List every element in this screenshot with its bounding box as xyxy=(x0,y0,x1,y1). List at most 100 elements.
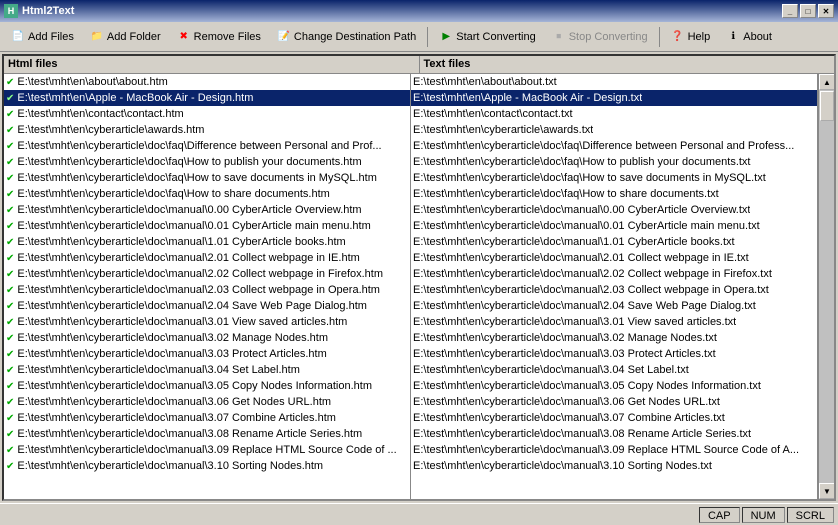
table-row[interactable]: E:\test\mht\en\cyberarticle\doc\manual\2… xyxy=(411,266,817,282)
start-icon: ▶ xyxy=(439,30,453,44)
table-row[interactable]: E:\test\mht\en\cyberarticle\doc\manual\3… xyxy=(411,362,817,378)
scroll-thumb[interactable] xyxy=(820,91,834,121)
add-folder-button[interactable]: 📁 Add Folder xyxy=(83,25,168,49)
table-row[interactable]: ✔E:\test\mht\en\cyberarticle\doc\manual\… xyxy=(4,266,410,282)
table-row[interactable]: ✔E:\test\mht\en\cyberarticle\doc\manual\… xyxy=(4,362,410,378)
table-row[interactable]: ✔E:\test\mht\en\contact\contact.htm xyxy=(4,106,410,122)
scroll-up-button[interactable]: ▲ xyxy=(819,74,834,90)
help-icon: ❓ xyxy=(671,30,685,44)
add-folder-icon: 📁 xyxy=(90,30,104,44)
check-icon: ✔ xyxy=(6,429,14,440)
table-row[interactable]: ✔E:\test\mht\en\cyberarticle\doc\manual\… xyxy=(4,250,410,266)
check-icon: ✔ xyxy=(6,461,14,472)
stop-converting-button[interactable]: ⏹ Stop Converting xyxy=(545,25,655,49)
table-row[interactable]: ✔E:\test\mht\en\cyberarticle\doc\faq\How… xyxy=(4,170,410,186)
scrl-status: SCRL xyxy=(787,507,834,523)
check-icon: ✔ xyxy=(6,269,14,280)
table-row[interactable]: ✔E:\test\mht\en\cyberarticle\doc\manual\… xyxy=(4,330,410,346)
toolbar-separator-1 xyxy=(427,27,428,47)
table-row[interactable]: E:\test\mht\en\cyberarticle\doc\manual\3… xyxy=(411,410,817,426)
table-row[interactable]: E:\test\mht\en\cyberarticle\awards.txt xyxy=(411,122,817,138)
table-row[interactable]: E:\test\mht\en\cyberarticle\doc\manual\3… xyxy=(411,330,817,346)
change-dest-icon: 📝 xyxy=(277,30,291,44)
check-icon: ✔ xyxy=(6,93,14,104)
about-button[interactable]: ℹ About xyxy=(719,25,779,49)
check-icon: ✔ xyxy=(6,301,14,312)
table-row[interactable]: ✔E:\test\mht\en\cyberarticle\doc\manual\… xyxy=(4,410,410,426)
table-row[interactable]: E:\test\mht\en\about\about.txt xyxy=(411,74,817,90)
table-row[interactable]: ✔E:\test\mht\en\about\about.htm xyxy=(4,74,410,90)
table-row[interactable]: E:\test\mht\en\cyberarticle\doc\manual\0… xyxy=(411,218,817,234)
table-row[interactable]: E:\test\mht\en\cyberarticle\doc\manual\2… xyxy=(411,298,817,314)
table-row[interactable]: E:\test\mht\en\cyberarticle\doc\manual\3… xyxy=(411,394,817,410)
close-button[interactable]: ✕ xyxy=(818,4,834,18)
txt-file-list[interactable]: E:\test\mht\en\about\about.txtE:\test\mh… xyxy=(411,74,818,499)
check-icon: ✔ xyxy=(6,205,14,216)
table-row[interactable]: E:\test\mht\en\cyberarticle\doc\manual\1… xyxy=(411,234,817,250)
table-row[interactable]: E:\test\mht\en\cyberarticle\doc\manual\3… xyxy=(411,378,817,394)
table-row[interactable]: ✔E:\test\mht\en\cyberarticle\doc\faq\Dif… xyxy=(4,138,410,154)
table-row[interactable]: ✔E:\test\mht\en\cyberarticle\doc\manual\… xyxy=(4,282,410,298)
remove-files-button[interactable]: ✖ Remove Files xyxy=(170,25,268,49)
check-icon: ✔ xyxy=(6,317,14,328)
table-row[interactable]: ✔E:\test\mht\en\cyberarticle\doc\manual\… xyxy=(4,314,410,330)
check-icon: ✔ xyxy=(6,125,14,136)
check-icon: ✔ xyxy=(6,189,14,200)
check-icon: ✔ xyxy=(6,253,14,264)
column-headers: Html files Text files xyxy=(4,56,834,74)
table-row[interactable]: ✔E:\test\mht\en\cyberarticle\doc\manual\… xyxy=(4,426,410,442)
table-row[interactable]: ✔E:\test\mht\en\cyberarticle\doc\manual\… xyxy=(4,298,410,314)
check-icon: ✔ xyxy=(6,445,14,456)
table-row[interactable]: E:\test\mht\en\cyberarticle\doc\manual\2… xyxy=(411,282,817,298)
table-row[interactable]: ✔E:\test\mht\en\cyberarticle\doc\manual\… xyxy=(4,442,410,458)
start-converting-button[interactable]: ▶ Start Converting xyxy=(432,25,542,49)
minimize-button[interactable]: _ xyxy=(782,4,798,18)
scrollbar[interactable]: ▲ ▼ xyxy=(818,74,834,499)
check-icon: ✔ xyxy=(6,77,14,88)
check-icon: ✔ xyxy=(6,173,14,184)
table-row[interactable]: ✔E:\test\mht\en\cyberarticle\doc\manual\… xyxy=(4,458,410,474)
table-row[interactable]: ✔E:\test\mht\en\cyberarticle\doc\manual\… xyxy=(4,202,410,218)
table-row[interactable]: E:\test\mht\en\cyberarticle\doc\faq\How … xyxy=(411,154,817,170)
table-row[interactable]: ✔E:\test\mht\en\cyberarticle\doc\manual\… xyxy=(4,218,410,234)
toolbar-separator-2 xyxy=(659,27,660,47)
table-row[interactable]: E:\test\mht\en\cyberarticle\doc\manual\3… xyxy=(411,442,817,458)
table-row[interactable]: ✔E:\test\mht\en\cyberarticle\doc\manual\… xyxy=(4,378,410,394)
table-row[interactable]: E:\test\mht\en\cyberarticle\doc\faq\Diff… xyxy=(411,138,817,154)
check-icon: ✔ xyxy=(6,381,14,392)
table-row[interactable]: ✔E:\test\mht\en\cyberarticle\awards.htm xyxy=(4,122,410,138)
table-row[interactable]: E:\test\mht\en\cyberarticle\doc\manual\3… xyxy=(411,426,817,442)
table-row[interactable]: E:\test\mht\en\cyberarticle\doc\manual\3… xyxy=(411,346,817,362)
table-row[interactable]: E:\test\mht\en\cyberarticle\doc\faq\How … xyxy=(411,186,817,202)
table-row[interactable]: E:\test\mht\en\Apple - MacBook Air - Des… xyxy=(411,90,817,106)
help-button[interactable]: ❓ Help xyxy=(664,25,718,49)
table-row[interactable]: ✔E:\test\mht\en\cyberarticle\doc\manual\… xyxy=(4,346,410,362)
toolbar: 📄 Add Files 📁 Add Folder ✖ Remove Files … xyxy=(0,22,838,52)
file-list-container: ✔E:\test\mht\en\about\about.htm✔E:\test\… xyxy=(4,74,834,499)
app-icon: H xyxy=(4,4,18,18)
html-file-list[interactable]: ✔E:\test\mht\en\about\about.htm✔E:\test\… xyxy=(4,74,411,499)
table-row[interactable]: ✔E:\test\mht\en\cyberarticle\doc\manual\… xyxy=(4,394,410,410)
table-row[interactable]: E:\test\mht\en\cyberarticle\doc\manual\2… xyxy=(411,250,817,266)
remove-files-icon: ✖ xyxy=(177,30,191,44)
scroll-down-button[interactable]: ▼ xyxy=(819,483,834,499)
table-row[interactable]: ✔E:\test\mht\en\cyberarticle\doc\manual\… xyxy=(4,234,410,250)
title-bar-text: Html2Text xyxy=(22,5,782,17)
add-files-button[interactable]: 📄 Add Files xyxy=(4,25,81,49)
status-bar: CAP NUM SCRL xyxy=(0,503,838,525)
table-row[interactable]: E:\test\mht\en\cyberarticle\doc\manual\3… xyxy=(411,314,817,330)
table-row[interactable]: E:\test\mht\en\cyberarticle\doc\manual\0… xyxy=(411,202,817,218)
title-bar: H Html2Text _ □ ✕ xyxy=(0,0,838,22)
title-bar-buttons: _ □ ✕ xyxy=(782,4,834,18)
about-icon: ℹ xyxy=(726,30,740,44)
table-row[interactable]: E:\test\mht\en\contact\contact.txt xyxy=(411,106,817,122)
maximize-button[interactable]: □ xyxy=(800,4,816,18)
change-dest-button[interactable]: 📝 Change Destination Path xyxy=(270,25,423,49)
table-row[interactable]: ✔E:\test\mht\en\cyberarticle\doc\faq\How… xyxy=(4,154,410,170)
add-files-icon: 📄 xyxy=(11,30,25,44)
table-row[interactable]: E:\test\mht\en\cyberarticle\doc\manual\3… xyxy=(411,458,817,474)
check-icon: ✔ xyxy=(6,333,14,344)
table-row[interactable]: ✔E:\test\mht\en\Apple - MacBook Air - De… xyxy=(4,90,410,106)
table-row[interactable]: ✔E:\test\mht\en\cyberarticle\doc\faq\How… xyxy=(4,186,410,202)
table-row[interactable]: E:\test\mht\en\cyberarticle\doc\faq\How … xyxy=(411,170,817,186)
